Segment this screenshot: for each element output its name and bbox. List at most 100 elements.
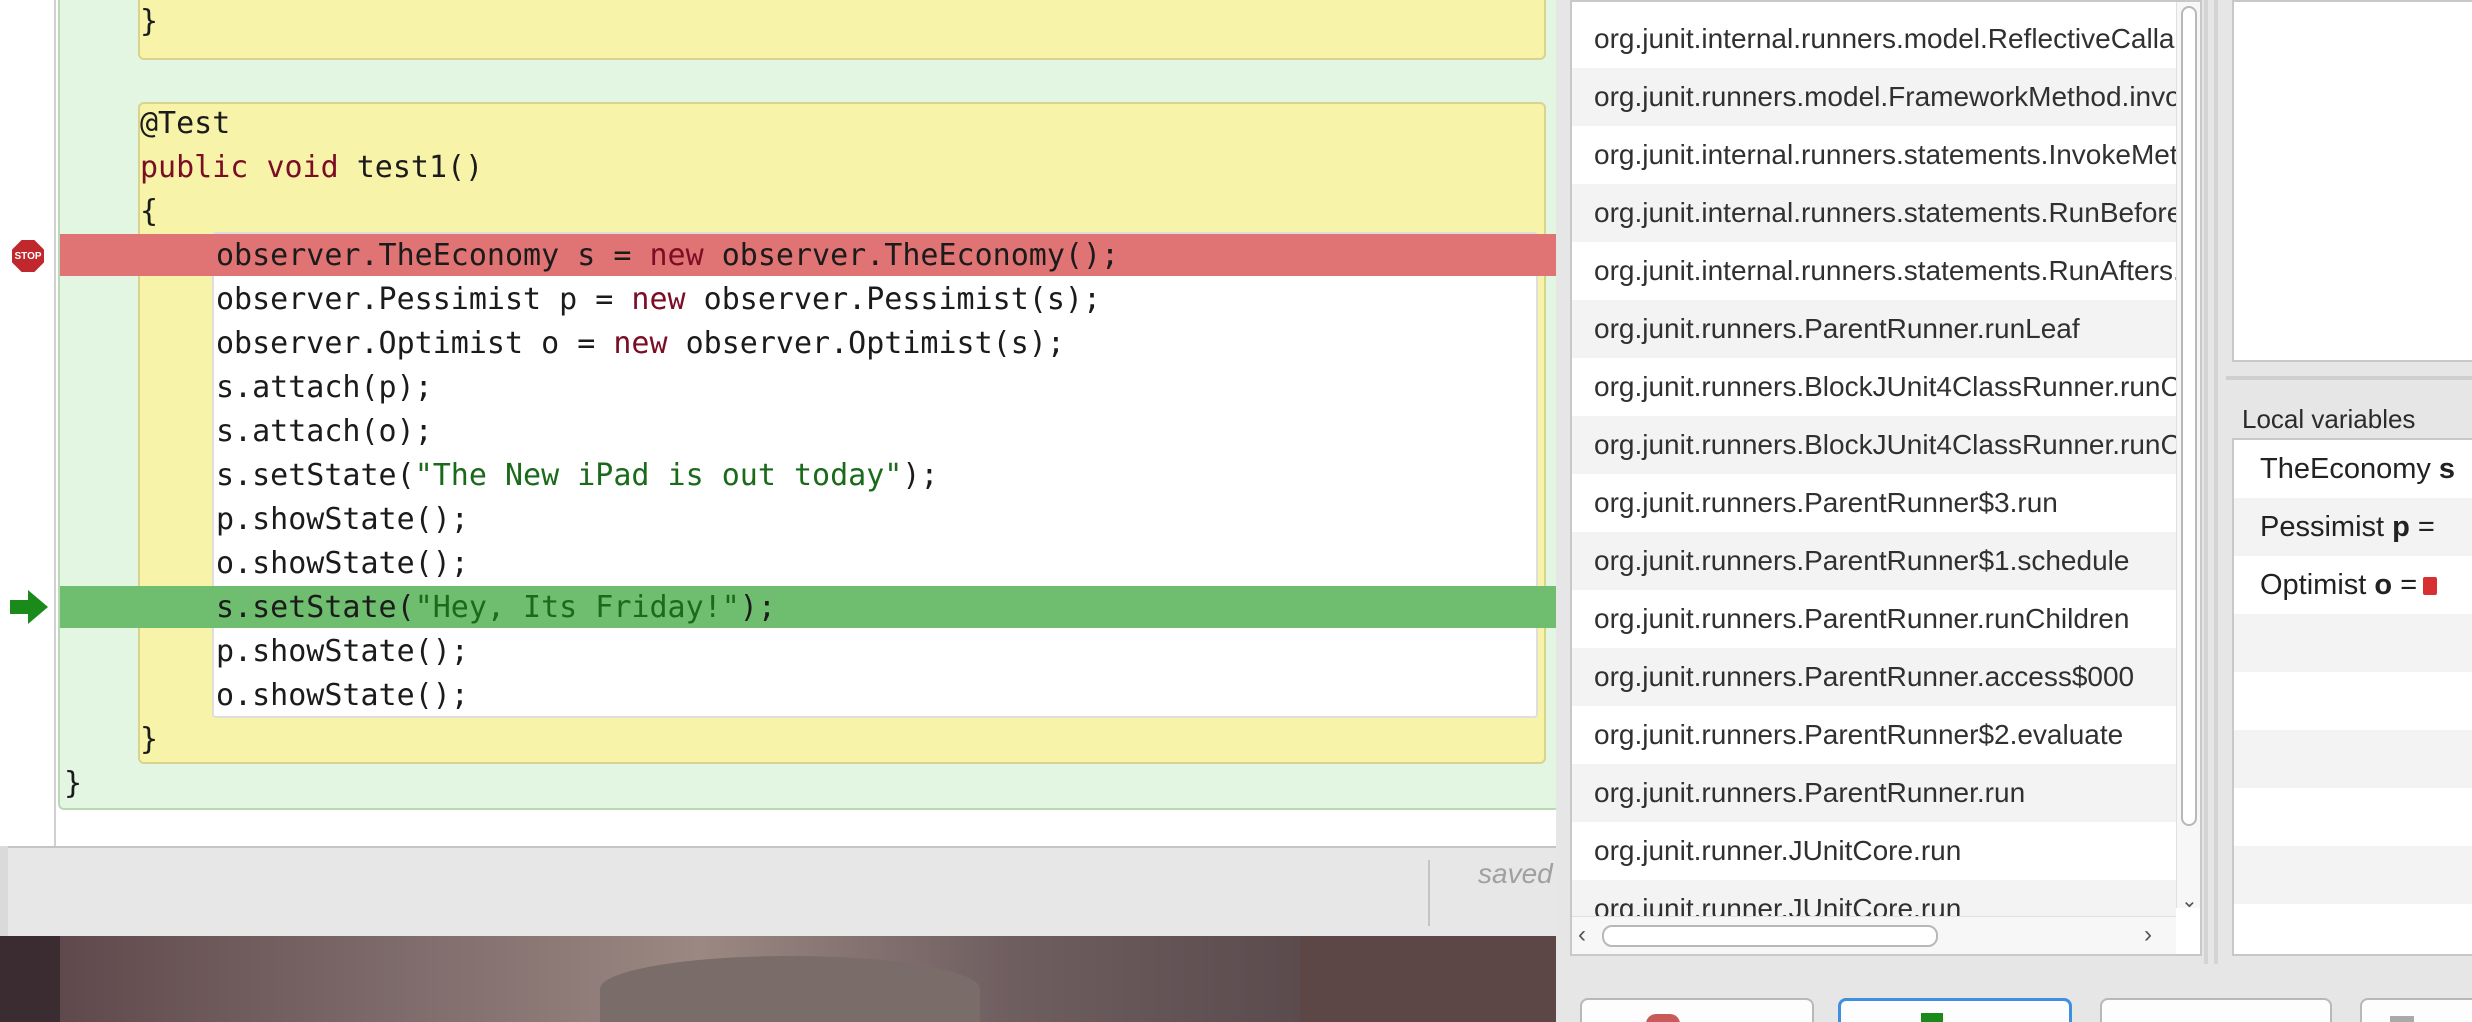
keyword: new (649, 238, 704, 273)
save-status-text: saved (1478, 858, 1553, 889)
continue-button[interactable] (2360, 998, 2472, 1022)
code-text: s.attach(o); (216, 414, 433, 449)
local-variable-row[interactable]: Pessimist p = (2234, 498, 2472, 556)
code-line[interactable]: observer.Optimist o = new observer.Optim… (216, 322, 1065, 366)
code-line[interactable]: o.showState(); (216, 674, 469, 718)
editor-window: STOP } @Test public void test1() { obser… (0, 0, 1556, 936)
previous-method-block (138, 0, 1546, 60)
local-variables-title: Local variables (2242, 404, 2416, 434)
status-separator (1428, 860, 1430, 926)
scroll-down-arrow-icon[interactable]: ⌄ (2181, 888, 2198, 913)
code-line[interactable]: s.setState("The New iPad is out today"); (216, 454, 938, 498)
code-line[interactable]: } (140, 0, 158, 44)
vertical-scroll-thumb[interactable] (2181, 6, 2197, 826)
desktop-background (0, 936, 1556, 1022)
continue-icon (2390, 1016, 2414, 1022)
call-stack-item[interactable]: org.junit.runner.JUnitCore.run (1572, 822, 2176, 880)
call-stack-item[interactable]: org.junit.runners.model.FrameworkMethod.… (1572, 68, 2176, 126)
empty-row (2234, 614, 2472, 672)
variable-type: Optimist (2260, 569, 2367, 601)
variable-name: o (2374, 569, 2393, 601)
code-line[interactable]: o.showState(); (216, 542, 469, 586)
code-text: s.setState( (216, 458, 415, 493)
panel-divider[interactable] (2214, 0, 2218, 964)
code-text: p.showState(); (216, 502, 469, 537)
code-line[interactable]: s.attach(p); (216, 366, 433, 410)
code-text: observer.Pessimist p = (216, 282, 632, 317)
panel-divider[interactable] (2204, 0, 2208, 964)
editor-status-bar: saved (8, 846, 1556, 936)
call-stack-vertical-scrollbar[interactable]: ⌄ (2176, 2, 2200, 912)
execution-pointer-arrow-icon (10, 590, 48, 624)
call-stack-item[interactable]: org.junit.runners.ParentRunner.runLeaf (1572, 300, 2176, 358)
string-literal: "Hey, Its Friday!" (414, 590, 740, 625)
call-stack-item[interactable]: org.junit.runners.ParentRunner$3.run (1572, 474, 2176, 532)
empty-row (2234, 672, 2472, 730)
call-stack-list[interactable]: org.junit.internal.runners.model.Reflect… (1570, 0, 2202, 956)
breakpoint-icon-label: STOP (14, 250, 42, 262)
variable-name: s (2438, 453, 2456, 485)
call-stack-item[interactable]: org.junit.internal.runners.statements.In… (1572, 126, 2176, 184)
code-line[interactable]: } (140, 718, 158, 762)
call-stack-item[interactable]: org.junit.runners.ParentRunner$1.schedul… (1572, 532, 2176, 590)
call-stack-item[interactable]: org.junit.runners.ParentRunner$2.evaluat… (1572, 706, 2176, 764)
code-text: observer.Pessimist(s); (685, 282, 1102, 317)
call-stack-item[interactable]: org.junit.internal.runners.model.Reflect… (1572, 10, 2176, 68)
method-name: test1() (356, 150, 484, 185)
panel-splitter[interactable] (2226, 376, 2472, 380)
scroll-right-arrow-icon[interactable]: › (2144, 921, 2152, 949)
local-variable-row[interactable]: Optimist o = (2234, 556, 2472, 614)
code-text: } (140, 4, 159, 39)
empty-row (2234, 730, 2472, 788)
local-variables-list[interactable]: TheEconomy s Pessimist p = Optimist o = (2232, 438, 2472, 956)
call-stack-item[interactable]: org.junit.runners.ParentRunner.run (1572, 764, 2176, 822)
variable-type: Pessimist (2260, 511, 2385, 543)
variable-type: TheEconomy (2260, 453, 2431, 485)
object-reference-icon[interactable] (2423, 577, 2438, 596)
code-line[interactable]: observer.Pessimist p = new observer.Pess… (216, 278, 1101, 322)
keyword: new (613, 326, 668, 361)
code-text: observer.Optimist o = (216, 326, 614, 361)
call-stack-item[interactable]: org.junit.internal.runners.statements.Ru… (1572, 242, 2176, 300)
call-stack-item[interactable]: org.junit.runners.ParentRunner.runChildr… (1572, 590, 2176, 648)
horizontal-scroll-thumb[interactable] (1602, 925, 1938, 947)
debugger-window: org.junit.internal.runners.model.Reflect… (1556, 0, 2472, 1022)
step-into-button[interactable] (2100, 998, 2332, 1022)
editor-gutter[interactable] (0, 0, 56, 846)
scroll-left-arrow-icon[interactable]: ‹ (1578, 921, 1586, 949)
code-text: s.setState( (216, 590, 415, 625)
call-stack-item[interactable]: org.junit.runners.BlockJUnit4ClassRunner… (1572, 358, 2176, 416)
code-line[interactable]: { (140, 190, 158, 234)
code-text: p.showState(); (216, 634, 469, 669)
code-line[interactable]: p.showState(); (216, 630, 469, 674)
annotation-test: @Test (140, 106, 231, 141)
step-button[interactable] (1838, 998, 2072, 1022)
call-stack-item[interactable]: org.junit.runners.BlockJUnit4ClassRunner… (1572, 416, 2176, 474)
code-line[interactable]: s.attach(o); (216, 410, 433, 454)
code-line[interactable]: @Test (140, 102, 230, 146)
desktop-shade (0, 936, 60, 1022)
code-line-breakpoint[interactable]: observer.TheEconomy s = new observer.The… (216, 234, 1119, 278)
halt-button[interactable] (1580, 998, 1814, 1022)
code-line[interactable]: public void test1() (140, 146, 483, 190)
code-line[interactable]: p.showState(); (216, 498, 469, 542)
code-text: { (140, 194, 159, 229)
keyword: void (266, 150, 339, 185)
code-text: ); (902, 458, 939, 493)
local-variable-row[interactable]: TheEconomy s (2234, 440, 2472, 498)
call-stack-horizontal-scrollbar[interactable]: ‹ › (1572, 916, 2176, 954)
step-icon (1921, 1013, 1943, 1022)
code-line-current[interactable]: s.setState("Hey, Its Friday!"); (216, 586, 776, 630)
code-text: o.showState(); (216, 546, 469, 581)
code-text: } (64, 766, 83, 801)
static-variables-panel[interactable] (2232, 0, 2472, 362)
call-stack-item[interactable]: org.junit.runners.ParentRunner.access$00… (1572, 648, 2176, 706)
empty-row (2234, 788, 2472, 846)
variable-equals: = (2400, 569, 2418, 601)
string-literal: "The New iPad is out today" (414, 458, 903, 493)
code-text: ); (739, 590, 776, 625)
code-line[interactable]: } (64, 762, 82, 806)
code-text: observer.Optimist(s); (667, 326, 1065, 361)
call-stack-item[interactable]: org.junit.internal.runners.statements.Ru… (1572, 184, 2176, 242)
code-text: } (140, 722, 159, 757)
